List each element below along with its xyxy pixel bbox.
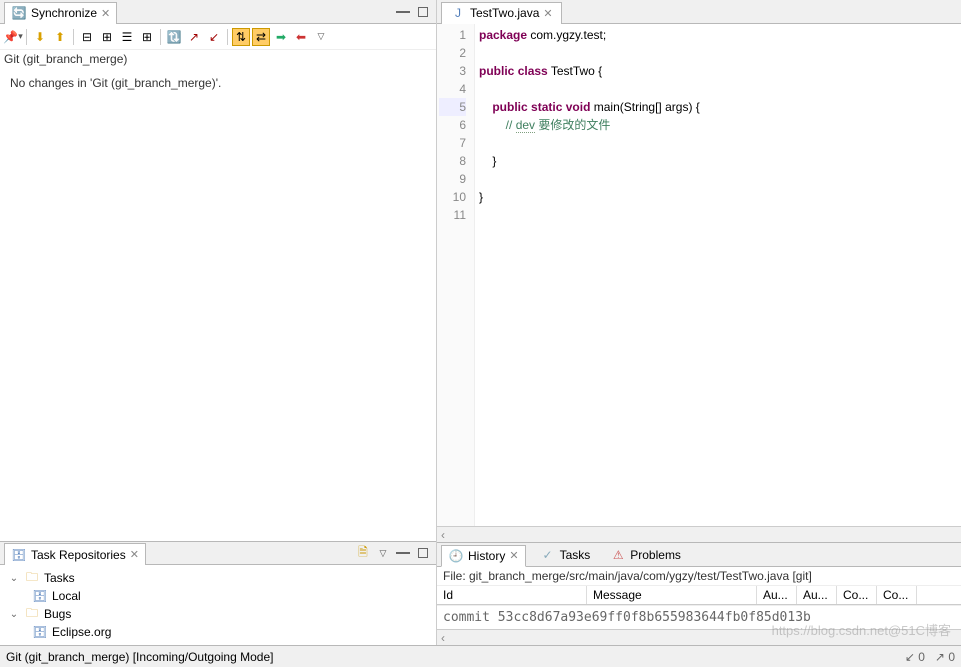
maximize-icon[interactable] — [414, 544, 432, 562]
folder-icon: 🗀 — [24, 606, 40, 622]
refresh-icon[interactable]: 🔃 — [165, 28, 183, 46]
new-task-icon[interactable]: 🗎 — [354, 544, 372, 562]
task-repos-tree: ⌄ 🗀 Tasks 🗄 Local ⌄ 🗀 Bugs 🗄 Eclipse.org — [0, 565, 436, 645]
repo-icon: 🗄 — [32, 588, 48, 604]
minimize-icon[interactable] — [394, 544, 412, 562]
outgoing-mode-icon[interactable]: ⬅ — [292, 28, 310, 46]
tasks-icon: ✓ — [540, 547, 556, 563]
view-menu-icon[interactable]: ▽ — [374, 544, 392, 562]
editor-tabbar: J TestTwo.java ✕ — [437, 0, 961, 24]
push-icon[interactable]: ↗ — [185, 28, 203, 46]
tree-label: Bugs — [44, 607, 71, 621]
nav-up-icon[interactable]: ⬆ — [51, 28, 69, 46]
outgoing-count: ↗ 0 — [935, 650, 955, 664]
status-bar: Git (git_branch_merge) [Incoming/Outgoin… — [0, 645, 961, 667]
watermark: https://blog.csdn.net@51C博客 — [772, 620, 951, 639]
tree-node-eclipse[interactable]: 🗄 Eclipse.org — [32, 623, 428, 641]
collapse-toggle-icon[interactable]: ⌄ — [8, 573, 20, 584]
incoming-mode-icon[interactable]: ➡ — [272, 28, 290, 46]
th-committed[interactable]: Co... — [877, 586, 917, 604]
menu-icon[interactable]: ▽ — [312, 28, 330, 46]
tab-tasks[interactable]: ✓ Tasks — [534, 545, 597, 565]
folder-icon: 🗀 — [24, 570, 40, 586]
task-repos-tabbar: 🗄 Task Repositories ✕ 🗎 ▽ — [0, 541, 436, 565]
th-authored[interactable]: Au... — [797, 586, 837, 604]
expand-all-icon[interactable]: ⊞ — [98, 28, 116, 46]
task-repos-tab[interactable]: 🗄 Task Repositories ✕ — [4, 543, 146, 565]
th-id[interactable]: Id — [437, 586, 587, 604]
tree-node-local[interactable]: 🗄 Local — [32, 587, 428, 605]
status-right: ↙ 0 ↗ 0 — [905, 650, 955, 664]
th-committer[interactable]: Co... — [837, 586, 877, 604]
problems-icon: ⚠ — [610, 547, 626, 563]
history-file-path: File: git_branch_merge/src/main/java/com… — [437, 567, 961, 586]
bottom-tabbar: 🕘 History ✕ ✓ Tasks ⚠ Problems — [437, 543, 961, 567]
tab-label: History — [468, 549, 505, 563]
tree-label: Eclipse.org — [52, 625, 111, 639]
editor[interactable]: 1234567891011 package com.ygzy.test;publ… — [437, 24, 961, 526]
tree-icon[interactable]: ⊞ — [138, 28, 156, 46]
collapse-all-icon[interactable]: ⊟ — [78, 28, 96, 46]
left-column: 🔄 Synchronize ✕ 📌▾ ⬇ ⬆ ⊟ ⊞ ☰ ⊞ 🔃 ↗ ↙ ⇅ — [0, 0, 437, 645]
tree-node-tasks[interactable]: ⌄ 🗀 Tasks — [8, 569, 428, 587]
scroll-left-icon[interactable]: ‹ — [437, 528, 449, 542]
tab-history[interactable]: 🕘 History ✕ — [441, 545, 526, 567]
pull-icon[interactable]: ↙ — [205, 28, 223, 46]
maximize-icon[interactable] — [414, 3, 432, 21]
scroll-left-icon[interactable]: ‹ — [437, 631, 449, 645]
close-icon[interactable]: ✕ — [101, 7, 110, 20]
synchronize-icon: 🔄 — [11, 5, 27, 21]
minimize-icon[interactable] — [394, 3, 412, 21]
synchronize-tab[interactable]: 🔄 Synchronize ✕ — [4, 2, 117, 24]
java-file-icon: J — [450, 5, 466, 21]
status-left: Git (git_branch_merge) [Incoming/Outgoin… — [6, 650, 273, 664]
pin-icon[interactable]: 📌▾ — [4, 28, 22, 46]
repo-icon: 🗄 — [32, 624, 48, 640]
line-gutter: 1234567891011 — [437, 24, 475, 526]
tree-label: Local — [52, 589, 81, 603]
flat-list-icon[interactable]: ☰ — [118, 28, 136, 46]
close-icon[interactable]: ✕ — [509, 549, 518, 562]
tab-problems[interactable]: ⚠ Problems — [604, 545, 687, 565]
sync-message: No changes in 'Git (git_branch_merge)'. — [0, 68, 436, 541]
tree-node-bugs[interactable]: ⌄ 🗀 Bugs — [8, 605, 428, 623]
task-repos-icon: 🗄 — [11, 547, 27, 563]
tree-label: Tasks — [44, 571, 75, 585]
override-icon[interactable]: ⇄ — [252, 28, 270, 46]
editor-tab[interactable]: J TestTwo.java ✕ — [441, 2, 562, 24]
th-message[interactable]: Message — [587, 586, 757, 604]
synchronize-toolbar: 📌▾ ⬇ ⬆ ⊟ ⊞ ☰ ⊞ 🔃 ↗ ↙ ⇅ ⇄ ➡ ⬅ ▽ — [0, 24, 436, 50]
tab-label: Problems — [630, 548, 681, 562]
synchronize-title: Synchronize — [31, 6, 97, 20]
code-area[interactable]: package com.ygzy.test;public class TestT… — [475, 24, 961, 526]
close-icon[interactable]: ✕ — [130, 548, 139, 561]
collapse-toggle-icon[interactable]: ⌄ — [8, 609, 20, 620]
incoming-count: ↙ 0 — [905, 650, 925, 664]
editor-hscroll[interactable]: ‹ — [437, 526, 961, 542]
right-column: J TestTwo.java ✕ 1234567891011 package c… — [437, 0, 961, 645]
close-icon[interactable]: ✕ — [543, 7, 552, 20]
sync-repo-label: Git (git_branch_merge) — [0, 50, 436, 68]
th-author[interactable]: Au... — [757, 586, 797, 604]
nav-down-icon[interactable]: ⬇ — [31, 28, 49, 46]
history-table-header: Id Message Au... Au... Co... Co... — [437, 586, 961, 605]
main-area: 🔄 Synchronize ✕ 📌▾ ⬇ ⬆ ⊟ ⊞ ☰ ⊞ 🔃 ↗ ↙ ⇅ — [0, 0, 961, 645]
task-repos-title: Task Repositories — [31, 548, 126, 562]
merge-icon[interactable]: ⇅ — [232, 28, 250, 46]
synchronize-tabbar: 🔄 Synchronize ✕ — [0, 0, 436, 24]
editor-tab-label: TestTwo.java — [470, 6, 539, 20]
history-icon: 🕘 — [448, 548, 464, 564]
tab-label: Tasks — [560, 548, 591, 562]
